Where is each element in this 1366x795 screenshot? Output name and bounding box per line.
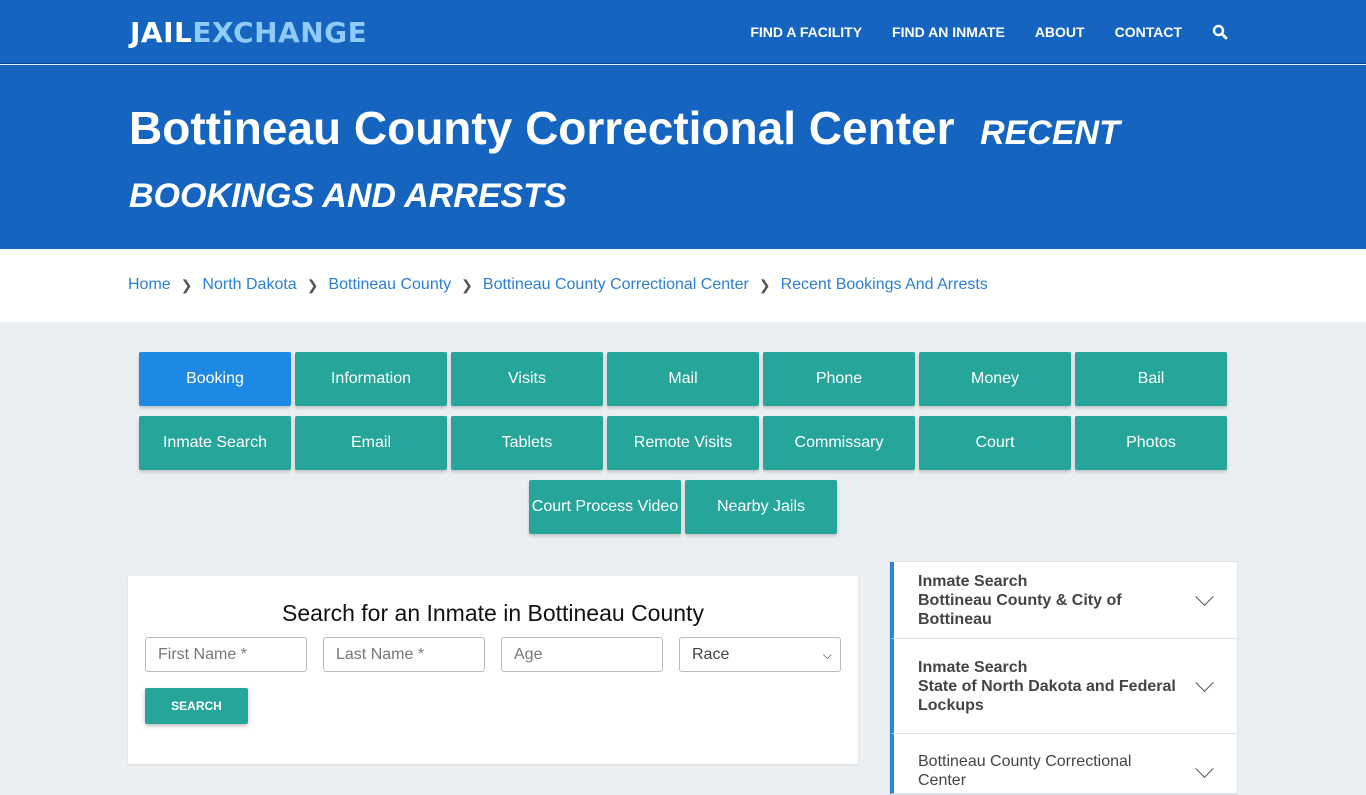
btn-nearby-jails[interactable]: Nearby Jails [685,480,837,534]
age-input[interactable]: Age [501,637,663,672]
btn-commissary[interactable]: Commissary [763,416,915,470]
btn-phone[interactable]: Phone [763,352,915,406]
breadcrumb-state[interactable]: North Dakota [202,276,296,294]
btn-photos[interactable]: Photos [1075,416,1227,470]
accordion-item-label: Bottineau County Correctional Center [918,753,1132,789]
race-select-value: Race [692,645,730,663]
accordion-item-county-search[interactable]: Inmate Search Bottineau County & City of… [890,562,1237,639]
logo-jail: JAIL [130,16,193,49]
btn-remote-visits[interactable]: Remote Visits [607,416,759,470]
hero-banner: Bottineau County Correctional Center REC… [0,65,1366,249]
page-title-main: Bottineau County Correctional Center [129,102,955,154]
breadcrumb-county[interactable]: Bottineau County [328,276,451,294]
first-name-input[interactable]: First Name * [145,637,307,672]
breadcrumb-bar: Home ❯ North Dakota ❯ Bottineau County ❯ Bo… [0,249,1366,322]
chevron-down-icon [1195,759,1214,778]
btn-mail[interactable]: Mail [607,352,759,406]
top-navbar: JAILEXCHANGE FIND A FACILITY FIND AN INM… [0,0,1366,64]
inmate-search-card: Search for an Inmate in Bottineau County… [128,576,858,764]
nav-find-inmate[interactable]: FIND AN INMATE [892,24,1005,40]
breadcrumb-facility[interactable]: Bottineau County Correctional Center [483,276,749,294]
btn-court[interactable]: Court [919,416,1071,470]
chevron-down-icon [1195,673,1214,692]
chevron-down-icon [1195,587,1214,606]
search-button[interactable]: SEARCH [145,688,248,724]
accordion-item-sublabel: Bottineau County & City of Bottineau [918,591,1122,628]
sidebar-accordion: Inmate Search Bottineau County & City of… [889,561,1238,795]
btn-money[interactable]: Money [919,352,1071,406]
breadcrumb-home[interactable]: Home [128,276,171,294]
chevron-right-icon: ❯ [461,276,473,293]
main-nav: FIND A FACILITY FIND AN INMATE ABOUT CON… [720,0,1228,64]
page-title: Bottineau County Correctional Center REC… [129,99,1259,225]
chevron-down-icon: ⌵ [822,648,832,662]
nav-contact[interactable]: CONTACT [1115,24,1182,40]
nav-about[interactable]: ABOUT [1035,24,1085,40]
chevron-right-icon: ❯ [306,276,319,293]
btn-court-process-video[interactable]: Court Process Video [529,480,681,534]
chevron-right-icon: ❯ [180,276,193,293]
btn-information[interactable]: Information [295,352,447,406]
btn-visits[interactable]: Visits [451,352,603,406]
accordion-item-facility[interactable]: Bottineau County Correctional Center [890,734,1237,794]
last-name-input[interactable]: Last Name * [323,637,485,672]
btn-inmate-search[interactable]: Inmate Search [139,416,291,470]
accordion-item-label: Inmate Search [918,658,1028,676]
race-select[interactable]: Race ⌵ [679,637,841,672]
breadcrumb: Home ❯ North Dakota ❯ Bottineau County ❯ Bo… [128,276,988,294]
btn-email[interactable]: Email [295,416,447,470]
accordion-item-sublabel: State of North Dakota and Federal Lockup… [918,677,1176,714]
breadcrumb-current[interactable]: Recent Bookings And Arrests [781,276,988,294]
chevron-right-icon: ❯ [758,276,771,293]
logo-exchange: EXCHANGE [192,16,368,49]
nav-find-facility[interactable]: FIND A FACILITY [750,24,862,40]
btn-bail[interactable]: Bail [1075,352,1227,406]
btn-booking[interactable]: Booking [139,352,291,406]
btn-tablets[interactable]: Tablets [451,416,603,470]
search-icon[interactable] [1212,24,1228,40]
search-card-title: Search for an Inmate in Bottineau County [282,600,704,626]
site-logo[interactable]: JAILEXCHANGE [130,16,367,49]
accordion-item-state-search[interactable]: Inmate Search State of North Dakota and … [890,639,1237,734]
accordion-item-label: Inmate Search [918,572,1028,590]
